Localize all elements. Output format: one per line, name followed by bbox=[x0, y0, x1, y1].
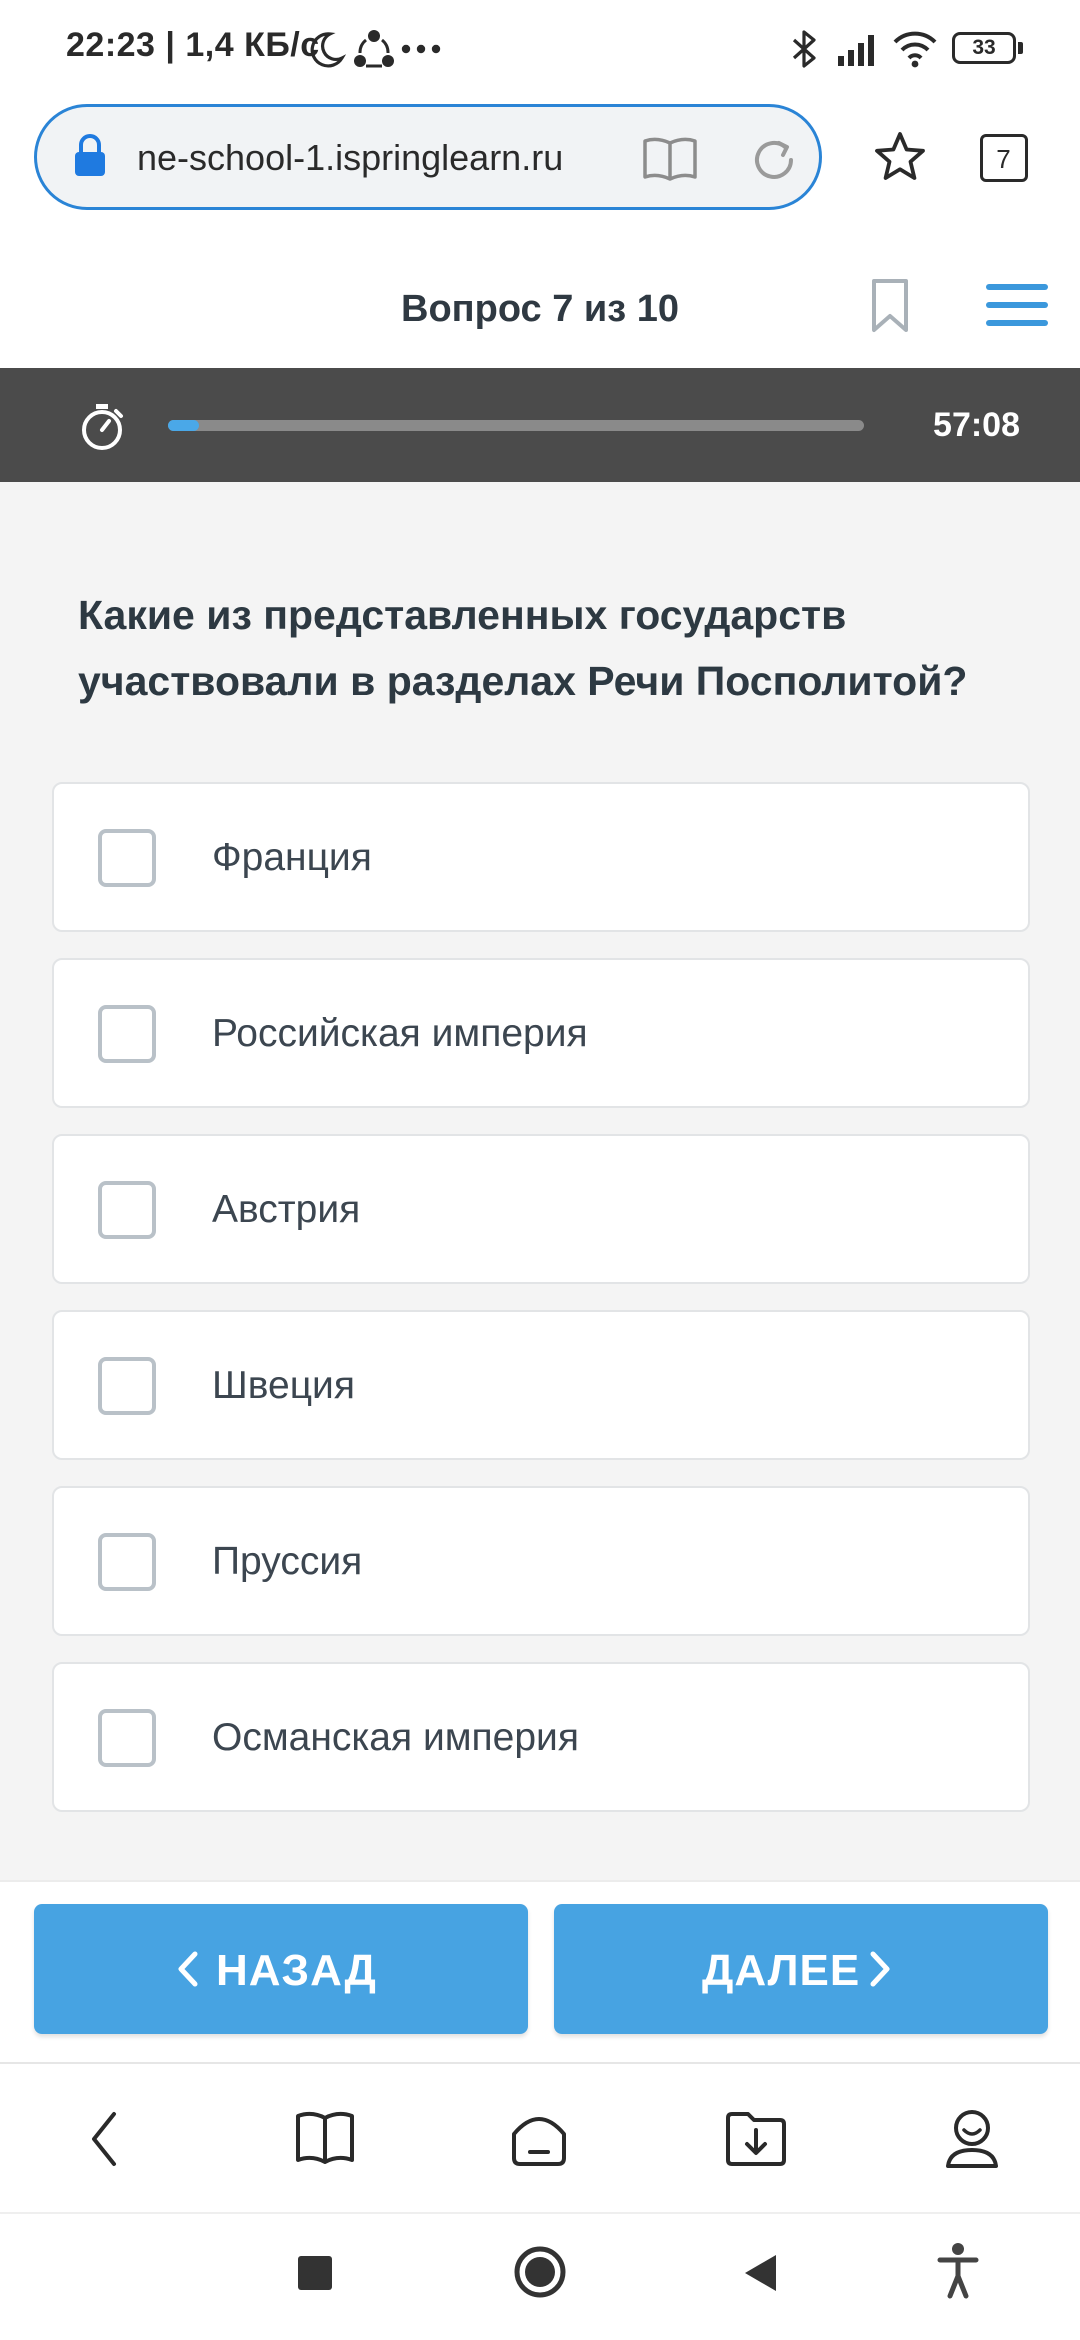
wifi-icon bbox=[893, 31, 937, 68]
battery-level: 33 bbox=[972, 36, 996, 59]
downloads-icon[interactable] bbox=[724, 2108, 788, 2168]
answer-label[interactable]: Российская империя bbox=[212, 1012, 588, 1056]
answer-option-5[interactable]: Пруссия bbox=[52, 1486, 1030, 1636]
back-button-label: НАЗАД bbox=[216, 1946, 377, 1995]
quiz-navigation: НАЗАД ДАЛЕЕ bbox=[0, 1880, 1080, 2062]
clock: 22:23 bbox=[66, 26, 156, 64]
timer-text: 57:08 bbox=[933, 406, 1020, 444]
quiz-header: Вопрос 7 из 10 bbox=[0, 248, 1080, 368]
browser-back-icon[interactable] bbox=[86, 2110, 122, 2168]
answer-option-3[interactable]: Австрия bbox=[52, 1134, 1030, 1284]
system-navigation-bar bbox=[0, 2212, 1080, 2340]
checkbox[interactable] bbox=[98, 1181, 156, 1239]
tabs-button[interactable]: 7 bbox=[980, 134, 1028, 182]
checkbox[interactable] bbox=[98, 1533, 156, 1591]
timer-bar: 57:08 bbox=[0, 368, 1080, 482]
lock-icon[interactable] bbox=[73, 133, 107, 179]
checkbox[interactable] bbox=[98, 829, 156, 887]
browser-bottom-bar bbox=[0, 2062, 1080, 2212]
do-not-disturb-moon-icon bbox=[310, 32, 346, 68]
question-text: Какие из представленных государств участ… bbox=[78, 592, 968, 704]
next-button-label: ДАЛЕЕ bbox=[702, 1946, 861, 1995]
status-bar: 22:23 | 1,4 КБ/с 33 bbox=[0, 0, 1080, 96]
checkbox[interactable] bbox=[98, 1005, 156, 1063]
star-bookmark-icon[interactable] bbox=[872, 130, 928, 184]
answer-label[interactable]: Пруссия bbox=[212, 1540, 362, 1584]
accessibility-icon[interactable] bbox=[936, 2242, 980, 2300]
answer-option-2[interactable]: Российская империя bbox=[52, 958, 1030, 1108]
answer-label[interactable]: Франция bbox=[212, 836, 372, 880]
battery-tip bbox=[1018, 42, 1023, 54]
reader-mode-icon[interactable] bbox=[641, 135, 699, 183]
answer-option-1[interactable]: Франция bbox=[52, 782, 1030, 932]
answer-label[interactable]: Швеция bbox=[212, 1364, 355, 1408]
next-button[interactable]: ДАЛЕЕ bbox=[554, 1904, 1048, 2034]
answer-option-6[interactable]: Османская империя bbox=[52, 1662, 1030, 1812]
chevron-left-icon bbox=[178, 1951, 198, 1987]
question-area: Какие из представленных государств участ… bbox=[0, 482, 1080, 1880]
network-speed: 1,4 КБ/с bbox=[185, 26, 320, 64]
url-text[interactable]: ne-school-1.ispringlearn.ru bbox=[137, 137, 637, 179]
timer-progress-track bbox=[168, 420, 864, 431]
answer-option-4[interactable]: Швеция bbox=[52, 1310, 1030, 1460]
question-counter: Вопрос 7 из 10 bbox=[401, 288, 679, 330]
home-circle-icon[interactable] bbox=[512, 2244, 568, 2300]
status-separator: | bbox=[165, 26, 186, 64]
bookmarks-book-icon[interactable] bbox=[294, 2110, 356, 2166]
status-time: 22:23 | 1,4 КБ/с bbox=[66, 26, 320, 65]
system-back-icon[interactable] bbox=[742, 2252, 778, 2294]
tab-count: 7 bbox=[996, 144, 1011, 174]
reload-icon[interactable] bbox=[749, 135, 799, 185]
menu-icon[interactable] bbox=[986, 282, 1048, 328]
timer-progress-fill bbox=[168, 420, 200, 431]
sync-icon bbox=[354, 30, 394, 68]
cellular-signal-icon bbox=[838, 35, 874, 66]
checkbox[interactable] bbox=[98, 1709, 156, 1767]
more-notifications-icon bbox=[401, 44, 441, 54]
battery-icon: 33 bbox=[952, 32, 1016, 64]
bookmark-question-icon[interactable] bbox=[870, 278, 910, 334]
chevron-right-icon bbox=[870, 1951, 890, 1987]
stopwatch-icon bbox=[82, 404, 123, 450]
answer-label[interactable]: Австрия bbox=[212, 1188, 360, 1232]
checkbox[interactable] bbox=[98, 1357, 156, 1415]
profile-icon[interactable] bbox=[942, 2106, 1002, 2170]
recent-apps-icon[interactable] bbox=[298, 2256, 332, 2290]
bluetooth-icon bbox=[792, 30, 816, 68]
home-icon[interactable] bbox=[508, 2108, 570, 2168]
url-bar[interactable]: ne-school-1.ispringlearn.ru bbox=[34, 104, 822, 210]
answer-label[interactable]: Османская империя bbox=[212, 1716, 579, 1760]
back-button[interactable]: НАЗАД bbox=[34, 1904, 528, 2034]
